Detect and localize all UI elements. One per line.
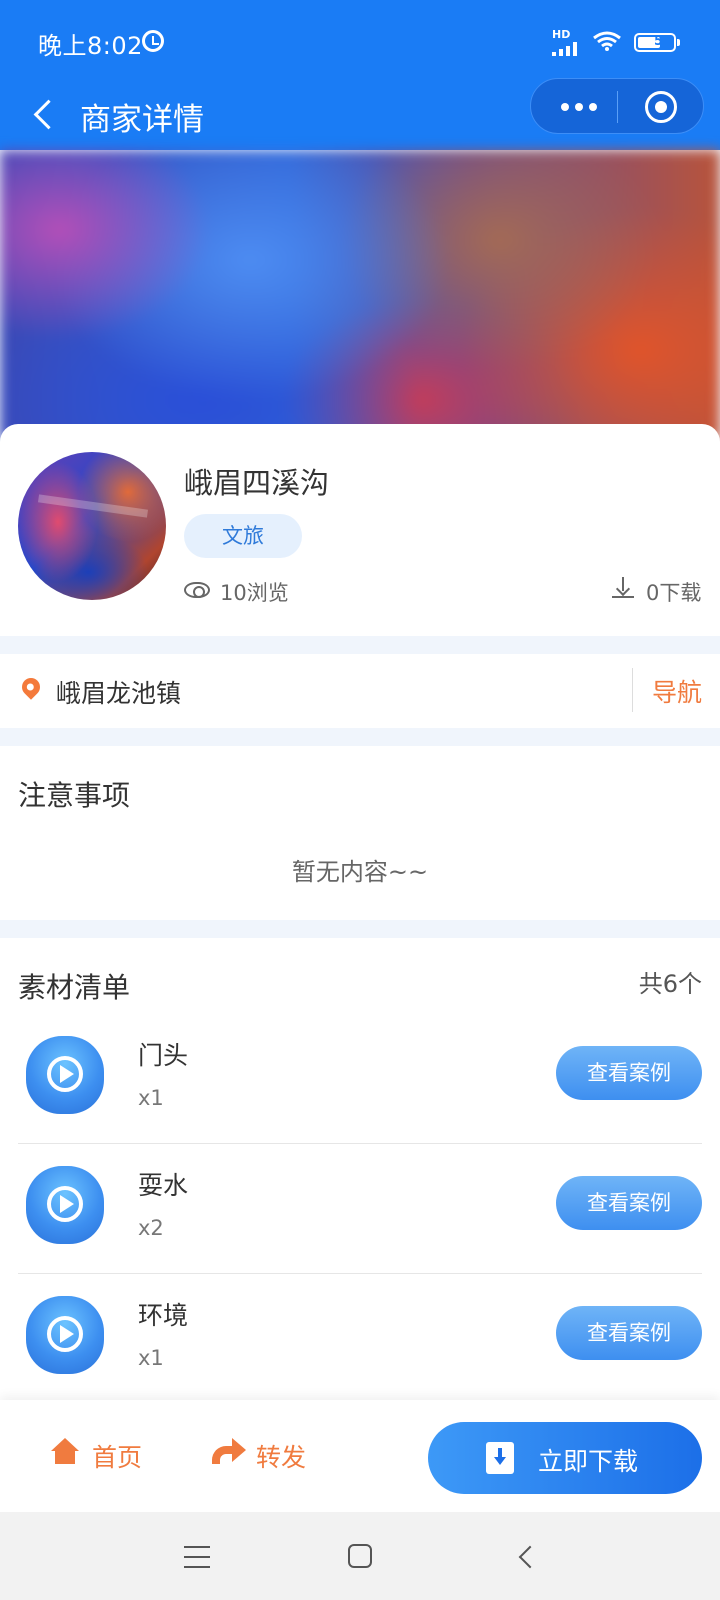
- view-case-button[interactable]: 查看案例: [556, 1176, 702, 1230]
- material-item: 门头 x1 查看案例: [18, 1014, 702, 1144]
- eye-icon: [184, 582, 210, 598]
- material-qty: x2: [138, 1216, 164, 1240]
- materials-title: 素材清单: [18, 971, 131, 1004]
- network-label: HD: [552, 28, 571, 41]
- merchant-card: 峨眉四溪沟 文旅 10浏览 0下载: [0, 424, 720, 636]
- material-qty: x1: [138, 1086, 164, 1110]
- location-divider: [632, 668, 633, 712]
- play-icon: [26, 1036, 104, 1114]
- play-icon: [26, 1166, 104, 1244]
- notice-title: 注意事项: [18, 779, 131, 812]
- material-item: 环境 x1 查看案例: [18, 1274, 702, 1400]
- download-icon-base: [612, 596, 634, 598]
- system-nav-bar: [0, 1512, 720, 1600]
- signal-icon: [552, 42, 584, 56]
- battery-level: 5: [654, 34, 664, 49]
- page-title: 商家详情: [80, 102, 204, 138]
- play-icon: [26, 1296, 104, 1374]
- material-name: 耍水: [138, 1171, 189, 1200]
- location-row: 峨眉龙池镇 导航: [0, 654, 720, 728]
- navigate-link[interactable]: 导航: [652, 673, 702, 709]
- views-count: 10浏览: [220, 581, 289, 605]
- file-download-icon: [486, 1442, 514, 1474]
- download-icon: [612, 576, 634, 598]
- battery-icon: 5: [634, 33, 680, 52]
- download-now-button[interactable]: 立即下载: [428, 1422, 702, 1494]
- system-back-icon[interactable]: [516, 1546, 536, 1566]
- material-name: 环境: [138, 1301, 189, 1330]
- wifi-icon: [593, 31, 621, 51]
- materials-section: 素材清单 共6个 门头 x1 查看案例 耍水 x2 查看案例 环境 x1 查看案…: [0, 938, 720, 1400]
- downloads-count: 0下载: [646, 581, 702, 605]
- menu-icon[interactable]: [184, 1546, 210, 1568]
- location-pin-icon: [18, 674, 44, 700]
- view-case-button[interactable]: 查看案例: [556, 1306, 702, 1360]
- material-item: 耍水 x2 查看案例: [18, 1144, 702, 1274]
- materials-count: 共6个: [638, 970, 702, 998]
- status-time: 晚上8:02: [38, 32, 143, 60]
- address: 峨眉龙池镇: [56, 679, 182, 708]
- material-qty: x1: [138, 1346, 164, 1370]
- download-now-label: 立即下载: [538, 1447, 639, 1476]
- more-icon[interactable]: [561, 101, 601, 113]
- merchant-name: 峨眉四溪沟: [184, 466, 330, 500]
- system-home-icon[interactable]: [348, 1544, 372, 1568]
- notice-empty-text: 暂无内容~~: [291, 858, 429, 886]
- back-icon[interactable]: [28, 94, 64, 134]
- view-case-button[interactable]: 查看案例: [556, 1046, 702, 1100]
- close-target-icon[interactable]: [645, 91, 677, 123]
- capsule-divider: [617, 91, 618, 123]
- merchant-avatar: [18, 452, 166, 600]
- share-icon[interactable]: [212, 1436, 246, 1464]
- banner-image: [0, 150, 720, 440]
- miniprogram-capsule: [530, 78, 704, 134]
- category-tag: 文旅: [184, 514, 302, 558]
- bottom-action-bar: 首页 转发 立即下载: [0, 1400, 720, 1512]
- material-name: 门头: [138, 1041, 189, 1070]
- notice-section: 注意事项 暂无内容~~: [0, 746, 720, 920]
- alarm-icon: [142, 30, 164, 52]
- home-icon[interactable]: [50, 1438, 80, 1466]
- share-label[interactable]: 转发: [256, 1438, 306, 1474]
- status-bar: 晚上8:02 HD 5: [0, 0, 720, 80]
- home-tab-label[interactable]: 首页: [92, 1438, 142, 1474]
